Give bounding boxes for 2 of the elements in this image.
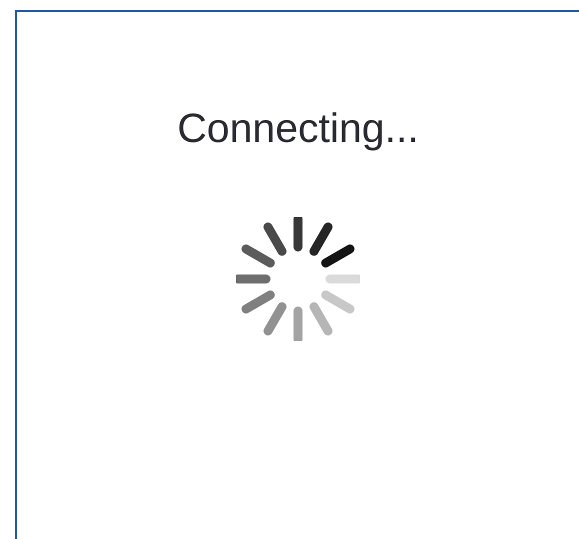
connecting-message: Connecting... [177,104,419,152]
loading-spinner-icon [236,217,360,341]
